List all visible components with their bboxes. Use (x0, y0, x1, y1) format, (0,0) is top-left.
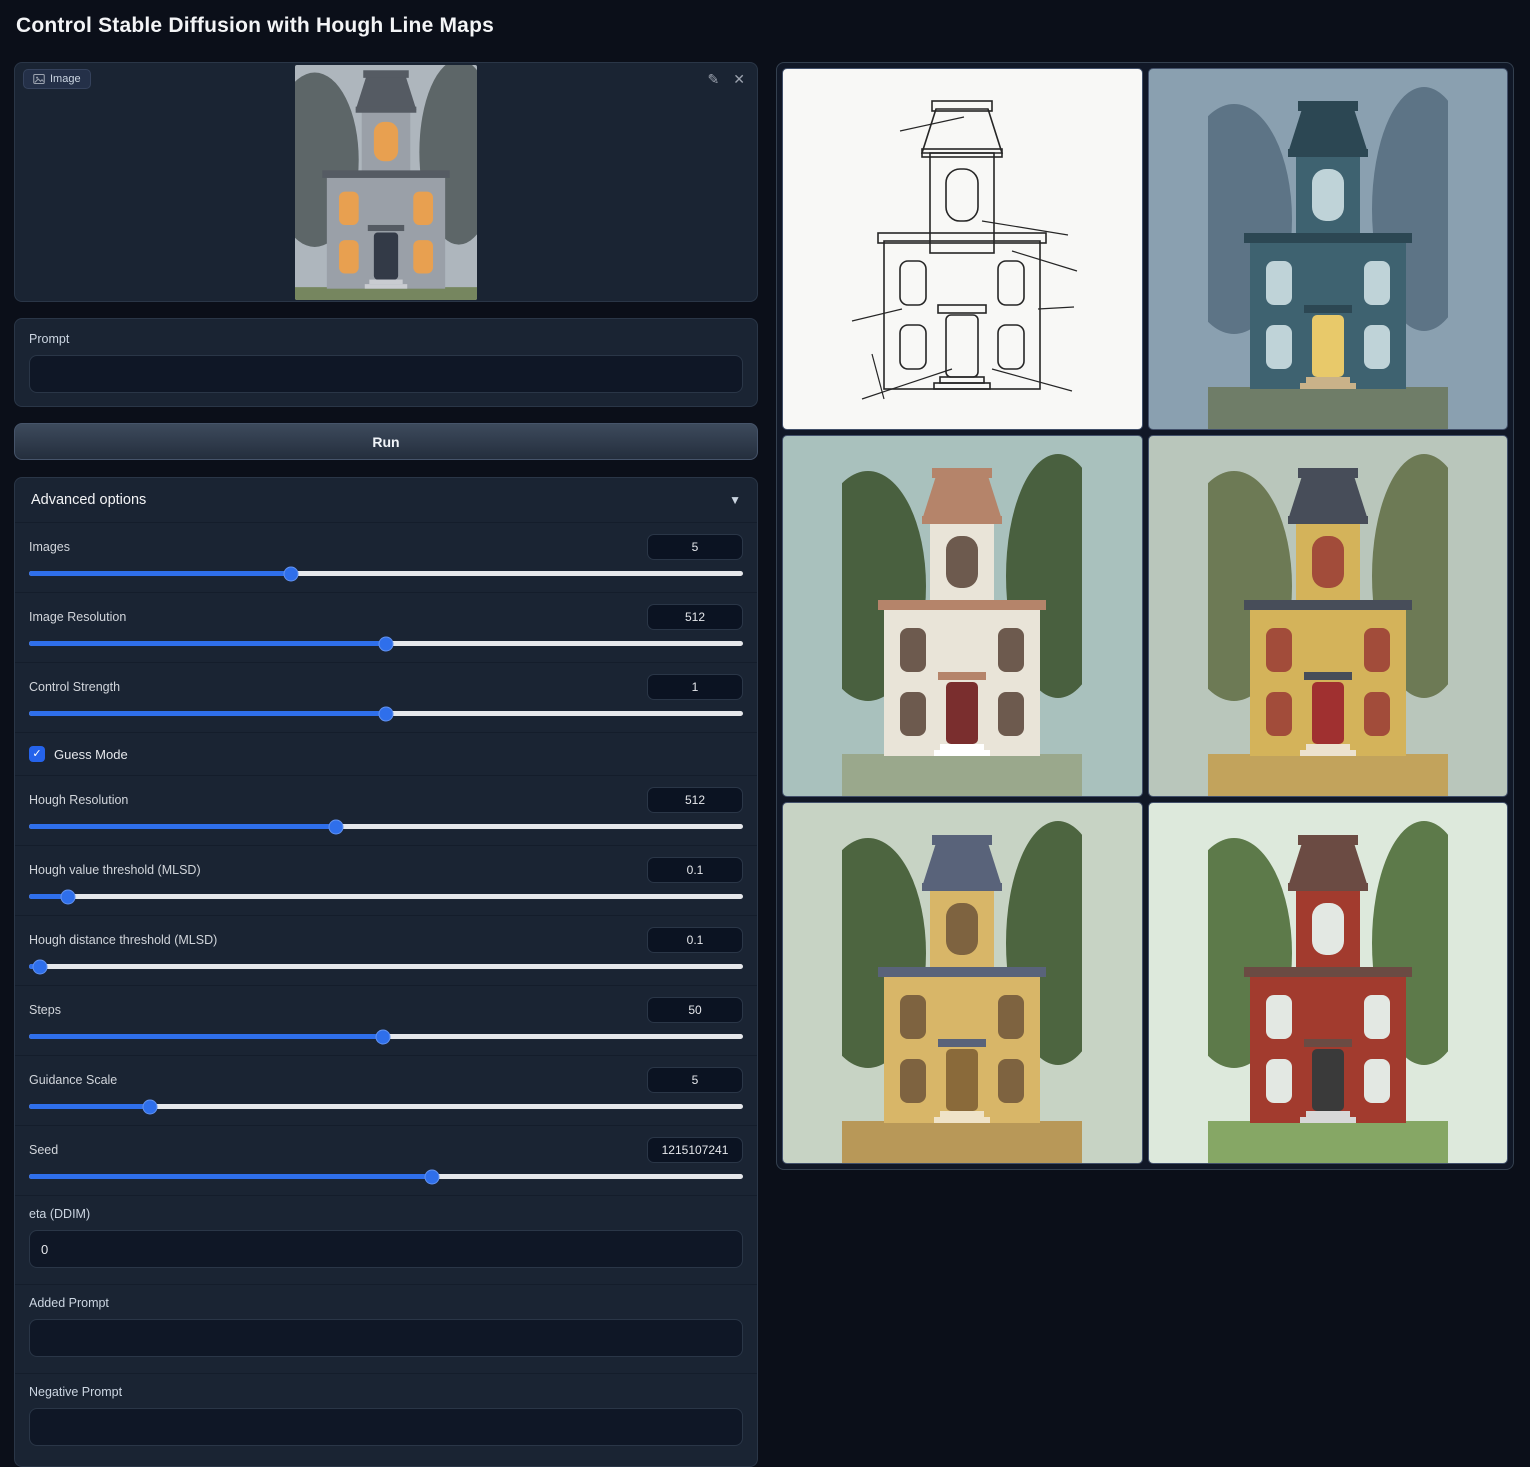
slider-track[interactable] (29, 711, 743, 716)
slider-label: Hough value threshold (MLSD) (29, 863, 201, 877)
slider-value-box[interactable]: 0.1 (647, 857, 743, 883)
slider-value-box[interactable]: 5 (647, 534, 743, 560)
slider-handle[interactable] (376, 1029, 391, 1044)
image-label-chip: Image (23, 69, 91, 89)
eta-label: eta (DDIM) (29, 1207, 743, 1221)
slider-label: Guidance Scale (29, 1073, 117, 1087)
slider-value-box[interactable]: 512 (647, 604, 743, 630)
slider-handle[interactable] (143, 1099, 158, 1114)
guess-mode-checkbox[interactable]: ✓ (29, 746, 45, 762)
gallery-item[interactable] (1148, 802, 1509, 1164)
gallery-item[interactable] (782, 802, 1143, 1164)
slider-label: Seed (29, 1143, 58, 1157)
page-title: Control Stable Diffusion with Hough Line… (16, 14, 494, 38)
negative-prompt-row: Negative Prompt (15, 1373, 757, 1462)
slider-label: Control Strength (29, 680, 120, 694)
added-prompt-label: Added Prompt (29, 1296, 743, 1310)
image-label: Image (50, 73, 81, 85)
slider-row: Images 5 (15, 522, 757, 592)
sliders-group-a: Images 5 Image Resolution 512 Control St… (15, 522, 757, 732)
prompt-panel: Prompt (14, 318, 758, 407)
controls-column: Image ✎ ✕ Prompt Run Advanced options ▼ … (14, 62, 758, 1467)
edit-image-icon[interactable]: ✎ (708, 71, 720, 88)
slider-row: Steps 50 (15, 985, 757, 1055)
gallery-item[interactable] (1148, 68, 1509, 430)
slider-handle[interactable] (379, 706, 394, 721)
added-prompt-input[interactable] (29, 1319, 743, 1357)
slider-row: Hough value threshold (MLSD) 0.1 (15, 845, 757, 915)
image-icon (33, 73, 45, 85)
gallery-item[interactable] (1148, 435, 1509, 797)
prompt-label: Prompt (29, 332, 743, 346)
slider-track[interactable] (29, 964, 743, 969)
slider-value-box[interactable]: 512 (647, 787, 743, 813)
gallery-item[interactable] (782, 435, 1143, 797)
slider-row: Hough distance threshold (MLSD) 0.1 (15, 915, 757, 985)
slider-track[interactable] (29, 571, 743, 576)
slider-row: Image Resolution 512 (15, 592, 757, 662)
prompt-input[interactable] (29, 355, 743, 393)
slider-handle[interactable] (284, 566, 299, 581)
eta-input[interactable] (29, 1230, 743, 1268)
slider-handle[interactable] (61, 889, 76, 904)
slider-track[interactable] (29, 1104, 743, 1109)
guess-mode-row[interactable]: ✓ Guess Mode (15, 732, 757, 775)
input-image-preview (295, 65, 477, 300)
run-button[interactable]: Run (14, 423, 758, 460)
advanced-options-label: Advanced options (31, 492, 146, 508)
slider-value-box[interactable]: 1 (647, 674, 743, 700)
slider-track[interactable] (29, 894, 743, 899)
image-input-panel[interactable]: Image ✎ ✕ (14, 62, 758, 302)
slider-track[interactable] (29, 1174, 743, 1179)
slider-row: Seed 1215107241 (15, 1125, 757, 1195)
advanced-options-header[interactable]: Advanced options ▼ (15, 478, 757, 522)
eta-row: eta (DDIM) (15, 1195, 757, 1284)
slider-label: Image Resolution (29, 610, 126, 624)
advanced-options-panel: Advanced options ▼ Images 5 Image Resolu… (14, 477, 758, 1467)
slider-handle[interactable] (425, 1169, 440, 1184)
slider-row: Guidance Scale 5 (15, 1055, 757, 1125)
slider-value-box[interactable]: 50 (647, 997, 743, 1023)
slider-label: Images (29, 540, 70, 554)
negative-prompt-input[interactable] (29, 1408, 743, 1446)
slider-track[interactable] (29, 641, 743, 646)
negative-prompt-label: Negative Prompt (29, 1385, 743, 1399)
slider-label: Hough distance threshold (MLSD) (29, 933, 217, 947)
added-prompt-row: Added Prompt (15, 1284, 757, 1373)
slider-handle[interactable] (329, 819, 344, 834)
collapse-caret-icon[interactable]: ▼ (729, 493, 741, 507)
slider-track[interactable] (29, 824, 743, 829)
sliders-group-b: Hough Resolution 512 Hough value thresho… (15, 775, 757, 1195)
slider-row: Hough Resolution 512 (15, 775, 757, 845)
output-gallery (776, 62, 1514, 1170)
guess-mode-label: Guess Mode (54, 747, 128, 762)
slider-handle[interactable] (33, 959, 48, 974)
slider-track[interactable] (29, 1034, 743, 1039)
slider-label: Steps (29, 1003, 61, 1017)
slider-value-box[interactable]: 0.1 (647, 927, 743, 953)
checkmark-icon: ✓ (32, 749, 41, 760)
slider-value-box[interactable]: 1215107241 (647, 1137, 743, 1163)
gallery-item[interactable] (782, 68, 1143, 430)
slider-label: Hough Resolution (29, 793, 128, 807)
slider-handle[interactable] (379, 636, 394, 651)
slider-value-box[interactable]: 5 (647, 1067, 743, 1093)
slider-row: Control Strength 1 (15, 662, 757, 732)
clear-image-icon[interactable]: ✕ (733, 71, 745, 88)
